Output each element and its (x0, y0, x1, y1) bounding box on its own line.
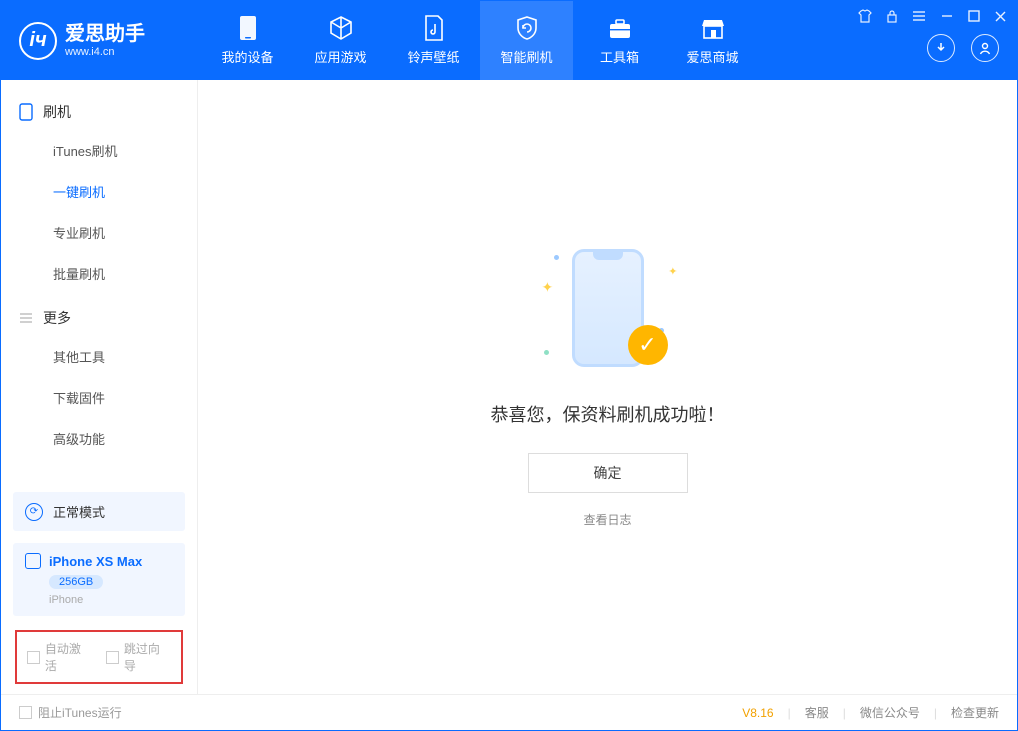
shirt-icon[interactable] (858, 9, 872, 23)
tab-label: 智能刷机 (500, 47, 552, 66)
app-logo-icon: iч (19, 22, 57, 60)
download-button[interactable] (927, 34, 955, 62)
checkbox-skip-wizard[interactable]: 跳过向导 (106, 640, 171, 674)
version-label: V8.16 (742, 706, 773, 720)
status-link-wechat[interactable]: 微信公众号 (860, 704, 920, 721)
mode-label: 正常模式 (53, 502, 105, 521)
mode-icon: ⟳ (25, 503, 43, 521)
minimize-button[interactable] (940, 9, 954, 23)
tab-label: 工具箱 (600, 47, 639, 66)
sidebar-item-itunes-flash[interactable]: iTunes刷机 (1, 130, 197, 171)
sidebar-item-oneclick-flash[interactable]: 一键刷机 (1, 171, 197, 212)
lock-icon[interactable] (886, 9, 898, 23)
sidebar-group-title-more: 更多 (1, 300, 197, 336)
store-icon (700, 15, 726, 41)
sidebar-group-more: 更多 其他工具 下载固件 高级功能 (1, 300, 197, 459)
device-card[interactable]: iPhone XS Max 256GB iPhone (13, 543, 185, 616)
nav-tabs: 我的设备 应用游戏 铃声壁纸 智能刷机 工具箱 爱思商城 (201, 1, 759, 80)
check-badge-icon: ✓ (628, 325, 668, 365)
group-title-text: 刷机 (43, 102, 71, 122)
sidebar-item-batch-flash[interactable]: 批量刷机 (1, 253, 197, 294)
dot-icon (544, 350, 549, 355)
block-itunes-label[interactable]: 阻止iTunes运行 (38, 704, 122, 721)
tab-label: 我的设备 (221, 47, 273, 66)
phone-notch (593, 252, 623, 260)
cube-icon (328, 15, 354, 41)
checkbox-icon (106, 651, 119, 664)
user-icons (927, 34, 999, 62)
device-type: iPhone (49, 594, 173, 606)
list-icon (19, 312, 33, 324)
main-content: ✦ ✦ ✓ 恭喜您，保资料刷机成功啦！ 确定 查看日志 (198, 80, 1017, 694)
sidebar-group-flash: 刷机 iTunes刷机 一键刷机 专业刷机 批量刷机 (1, 94, 197, 294)
status-link-update[interactable]: 检查更新 (951, 704, 999, 721)
checkbox-label: 自动激活 (45, 640, 92, 674)
dot-icon (554, 255, 559, 260)
status-left: 阻止iTunes运行 (19, 704, 122, 721)
separator: | (934, 706, 937, 720)
highlighted-options: 自动激活 跳过向导 (15, 630, 183, 684)
device-header: iPhone XS Max (25, 553, 173, 569)
app-title: 爱思助手 (65, 22, 145, 46)
phone-icon (235, 15, 261, 41)
toolbox-icon (607, 15, 633, 41)
tab-ringtones-wallpapers[interactable]: 铃声壁纸 (387, 1, 480, 80)
sidebar-group-title-flash: 刷机 (1, 94, 197, 130)
user-button[interactable] (971, 34, 999, 62)
tab-label: 爱思商城 (686, 47, 738, 66)
tab-smart-flash[interactable]: 智能刷机 (480, 1, 573, 80)
sidebar-item-pro-flash[interactable]: 专业刷机 (1, 212, 197, 253)
separator: | (843, 706, 846, 720)
checkbox-auto-activate[interactable]: 自动激活 (27, 640, 92, 674)
close-button[interactable] (994, 10, 1007, 23)
tab-my-device[interactable]: 我的设备 (201, 1, 294, 80)
sparkle-icon: ✦ (542, 279, 554, 296)
success-illustration: ✦ ✦ ✓ (538, 247, 678, 377)
logo-section: iч 爱思助手 www.i4.cn (1, 1, 201, 80)
shield-refresh-icon (514, 15, 540, 41)
app-subtitle: www.i4.cn (65, 46, 145, 59)
success-message: 恭喜您，保资料刷机成功啦！ (491, 401, 725, 427)
sidebar: 刷机 iTunes刷机 一键刷机 专业刷机 批量刷机 更多 其他工具 下载固件 … (1, 80, 198, 694)
tab-toolbox[interactable]: 工具箱 (573, 1, 666, 80)
mode-card[interactable]: ⟳ 正常模式 (13, 492, 185, 531)
status-bar: 阻止iTunes运行 V8.16 | 客服 | 微信公众号 | 检查更新 (1, 694, 1017, 730)
device-storage: 256GB (49, 575, 103, 589)
confirm-button[interactable]: 确定 (528, 453, 688, 493)
body-area: 刷机 iTunes刷机 一键刷机 专业刷机 批量刷机 更多 其他工具 下载固件 … (1, 80, 1017, 694)
view-log-link[interactable]: 查看日志 (583, 511, 631, 528)
sidebar-item-other-tools[interactable]: 其他工具 (1, 336, 197, 377)
checkbox-icon[interactable] (19, 706, 32, 719)
sidebar-item-advanced[interactable]: 高级功能 (1, 418, 197, 459)
music-file-icon (421, 15, 447, 41)
sparkle-icon: ✦ (668, 265, 677, 278)
app-window: iч 爱思助手 www.i4.cn 我的设备 应用游戏 铃声壁纸 智能刷机 (0, 0, 1018, 731)
tab-store[interactable]: 爱思商城 (666, 1, 759, 80)
status-link-support[interactable]: 客服 (805, 704, 829, 721)
device-icon (25, 553, 41, 569)
tab-apps-games[interactable]: 应用游戏 (294, 1, 387, 80)
title-bar: iч 爱思助手 www.i4.cn 我的设备 应用游戏 铃声壁纸 智能刷机 (1, 1, 1017, 80)
tab-label: 应用游戏 (314, 47, 366, 66)
checkbox-icon (27, 651, 40, 664)
checkbox-label: 跳过向导 (124, 640, 171, 674)
group-title-text: 更多 (43, 308, 71, 328)
device-name: iPhone XS Max (49, 554, 142, 569)
window-controls (858, 9, 1007, 23)
menu-icon[interactable] (912, 10, 926, 22)
tab-label: 铃声壁纸 (407, 47, 459, 66)
maximize-button[interactable] (968, 10, 980, 22)
logo-text: 爱思助手 www.i4.cn (65, 22, 145, 59)
sidebar-item-download-firmware[interactable]: 下载固件 (1, 377, 197, 418)
sidebar-scroll: 刷机 iTunes刷机 一键刷机 专业刷机 批量刷机 更多 其他工具 下载固件 … (1, 80, 197, 492)
phone-small-icon (19, 103, 33, 121)
sidebar-bottom: ⟳ 正常模式 iPhone XS Max 256GB iPhone 自动激活 (1, 492, 197, 694)
separator: | (788, 706, 791, 720)
status-right: V8.16 | 客服 | 微信公众号 | 检查更新 (742, 704, 999, 721)
